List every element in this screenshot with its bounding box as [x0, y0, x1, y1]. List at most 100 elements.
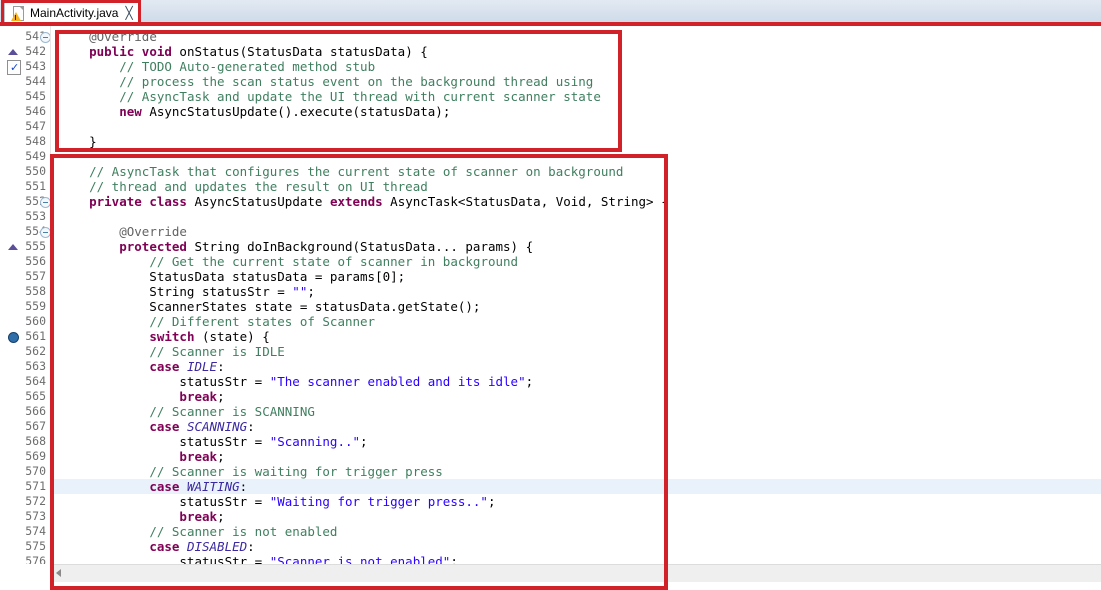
code-token: ScannerStates state = statusData.getStat…	[59, 299, 480, 314]
code-line[interactable]: // thread and updates the result on UI t…	[53, 179, 1101, 194]
code-line[interactable]: // Scanner is IDLE	[53, 344, 1101, 359]
code-text-area[interactable]: @Override public void onStatus(StatusDat…	[53, 26, 1101, 564]
task-check-glyph: ✓	[10, 63, 19, 73]
code-token	[59, 239, 119, 254]
code-token: case	[149, 479, 179, 494]
line-number: 563	[25, 359, 46, 374]
code-token: break	[179, 449, 217, 464]
code-line[interactable]: // Scanner is waiting for trigger press	[53, 464, 1101, 479]
code-line[interactable]: case WAITING:	[53, 479, 1101, 494]
code-line[interactable]: // TODO Auto-generated method stub	[53, 59, 1101, 74]
override-method-icon[interactable]	[8, 244, 18, 250]
code-line[interactable]: new AsyncStatusUpdate().execute(statusDa…	[53, 104, 1101, 119]
code-token: ;	[360, 434, 368, 449]
code-line[interactable]: // AsyncTask that configures the current…	[53, 164, 1101, 179]
tab-highlight-box	[1, 0, 141, 25]
code-token: // thread and updates the result on UI t…	[89, 179, 428, 194]
code-line[interactable]: statusStr = "Waiting for trigger press..…	[53, 494, 1101, 509]
code-token	[59, 404, 149, 419]
line-number: 574	[25, 524, 46, 539]
line-number: 542	[25, 44, 46, 59]
line-number: 555	[25, 239, 46, 254]
line-number: 571	[25, 479, 46, 494]
code-line[interactable]: // AsyncTask and update the UI thread wi…	[53, 89, 1101, 104]
scroll-left-arrow-icon[interactable]	[56, 569, 61, 577]
code-token: // process the scan status event on the …	[119, 74, 593, 89]
code-line[interactable]: // Different states of Scanner	[53, 314, 1101, 329]
code-token	[59, 344, 149, 359]
code-token: // Scanner is not enabled	[149, 524, 337, 539]
todo-task-icon[interactable]: ✓	[7, 60, 21, 75]
code-token	[59, 359, 149, 374]
code-line[interactable]: // process the scan status event on the …	[53, 74, 1101, 89]
code-line[interactable]	[53, 209, 1101, 224]
code-token: String statusStr =	[59, 284, 292, 299]
code-token: void	[142, 44, 172, 59]
code-line[interactable]	[53, 149, 1101, 164]
code-token	[59, 449, 179, 464]
line-number: 570	[25, 464, 46, 479]
code-token	[59, 479, 149, 494]
override-method-icon[interactable]	[8, 49, 18, 55]
breakpoint-icon[interactable]	[8, 332, 19, 343]
code-line[interactable]: break;	[53, 389, 1101, 404]
line-number: 559	[25, 299, 46, 314]
code-token	[59, 89, 119, 104]
code-line[interactable]: @Override	[53, 224, 1101, 239]
eclipse-editor-window: MainActivity.java ╳ 54154254354454554654…	[0, 0, 1101, 590]
code-line[interactable]: case SCANNING:	[53, 419, 1101, 434]
code-token: "Scanner is not enabled"	[270, 554, 451, 564]
code-line[interactable]: StatusData statusData = params[0];	[53, 269, 1101, 284]
code-line[interactable]: // Get the current state of scanner in b…	[53, 254, 1101, 269]
code-token: statusStr =	[59, 434, 270, 449]
code-line[interactable]: // Scanner is not enabled	[53, 524, 1101, 539]
code-token: StatusData statusData = params[0];	[59, 269, 405, 284]
code-token	[179, 419, 187, 434]
code-token: ;	[450, 554, 458, 564]
code-token	[179, 479, 187, 494]
code-line[interactable]: String statusStr = "";	[53, 284, 1101, 299]
code-line[interactable]: public void onStatus(StatusData statusDa…	[53, 44, 1101, 59]
horizontal-scrollbar[interactable]	[53, 564, 1101, 582]
code-line[interactable]: break;	[53, 509, 1101, 524]
code-token: :	[247, 539, 255, 554]
code-editor[interactable]: 5415425435445455465475485495505515525535…	[0, 26, 1101, 590]
code-token: "Waiting for trigger press.."	[270, 494, 488, 509]
gutter-separator	[50, 26, 51, 564]
code-token: // Scanner is waiting for trigger press	[149, 464, 443, 479]
code-token: :	[217, 359, 225, 374]
code-token	[59, 419, 149, 434]
code-token	[59, 194, 89, 209]
line-number: 565	[25, 389, 46, 404]
code-line[interactable]: private class AsyncStatusUpdate extends …	[53, 194, 1101, 209]
code-line[interactable]: statusStr = "The scanner enabled and its…	[53, 374, 1101, 389]
code-line[interactable]: ScannerStates state = statusData.getStat…	[53, 299, 1101, 314]
code-line[interactable]: // Scanner is SCANNING	[53, 404, 1101, 419]
code-token: "The scanner enabled and its idle"	[270, 374, 526, 389]
code-token	[59, 179, 89, 194]
line-number: 569	[25, 449, 46, 464]
code-line[interactable]: statusStr = "Scanning..";	[53, 434, 1101, 449]
code-line[interactable]: statusStr = "Scanner is not enabled";	[53, 554, 1101, 564]
line-number: 548	[25, 134, 46, 149]
code-token: }	[59, 134, 97, 149]
code-token: @Override	[119, 224, 187, 239]
code-token: ;	[217, 389, 225, 404]
code-line[interactable]: case IDLE:	[53, 359, 1101, 374]
code-token: break	[179, 389, 217, 404]
code-line[interactable]: break;	[53, 449, 1101, 464]
code-line[interactable]	[53, 119, 1101, 134]
code-token: new	[119, 104, 142, 119]
line-number-gutter[interactable]: 5415425435445455465475485495505515525535…	[0, 26, 52, 564]
code-token	[59, 224, 119, 239]
line-number: 560	[25, 314, 46, 329]
line-number: 545	[25, 89, 46, 104]
code-line[interactable]: @Override	[53, 29, 1101, 44]
code-line[interactable]: switch (state) {	[53, 329, 1101, 344]
code-line[interactable]: case DISABLED:	[53, 539, 1101, 554]
line-number: 549	[25, 149, 46, 164]
line-number: 575	[25, 539, 46, 554]
code-line[interactable]: protected String doInBackground(StatusDa…	[53, 239, 1101, 254]
code-line[interactable]: }	[53, 134, 1101, 149]
code-token: class	[149, 194, 187, 209]
